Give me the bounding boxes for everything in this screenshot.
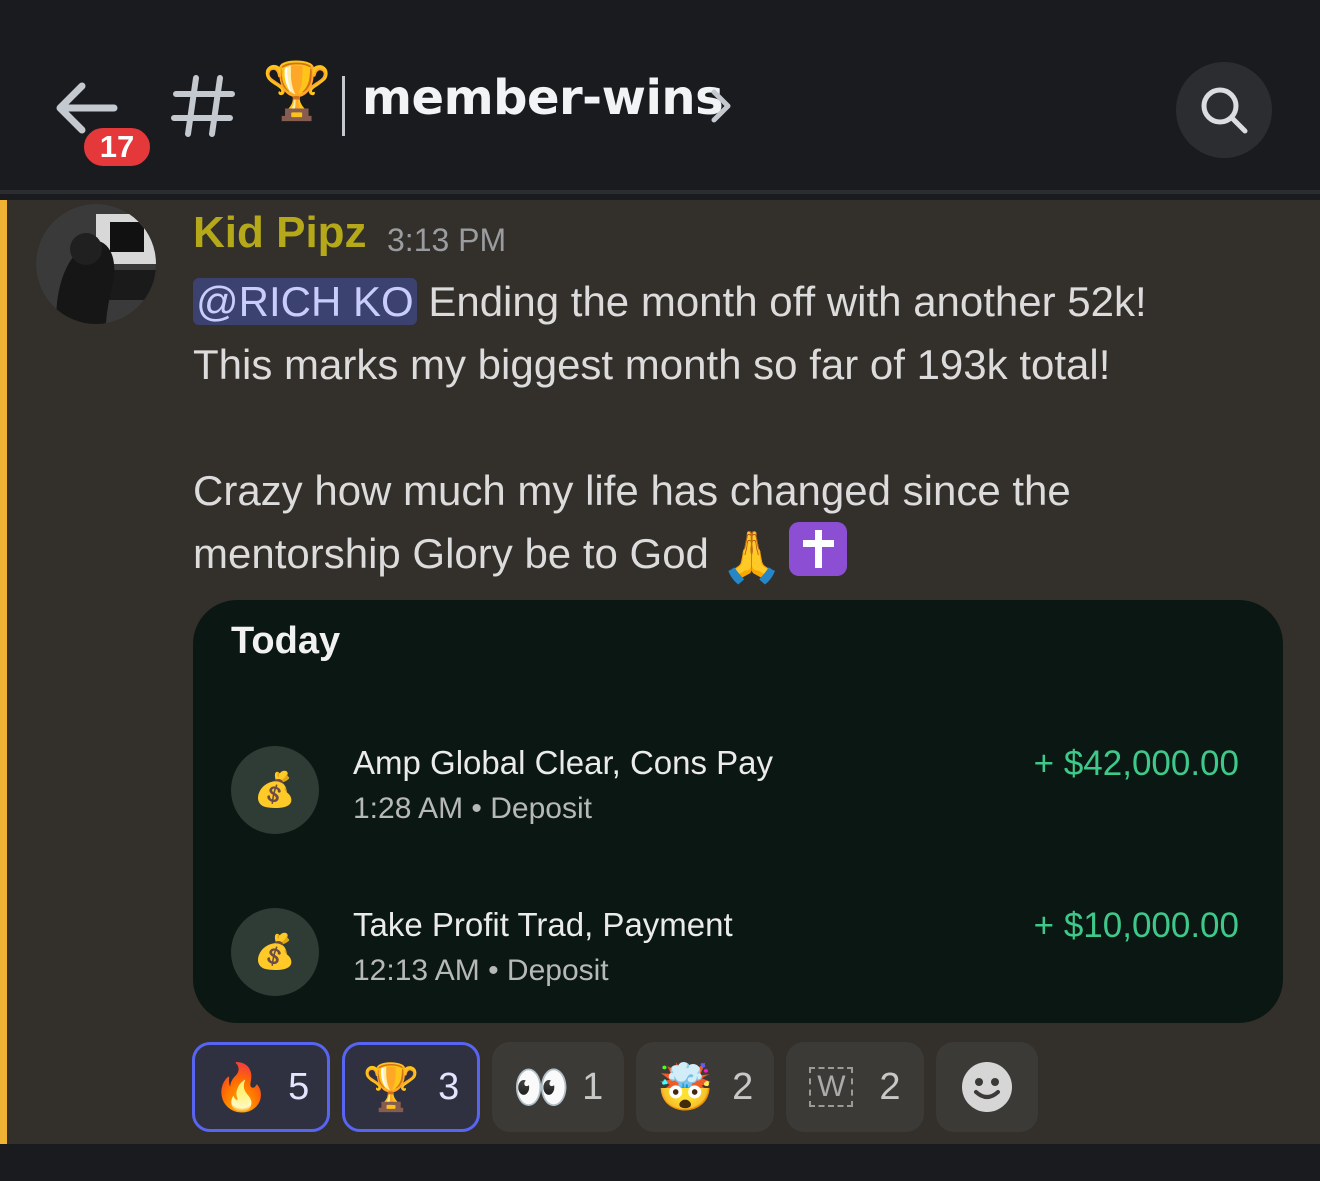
- unread-badge: 17: [80, 124, 154, 170]
- message-line-1: Ending the month off with another 52k!: [416, 278, 1147, 325]
- reaction-count: 2: [879, 1065, 901, 1108]
- bottom-bar: [0, 1144, 1320, 1181]
- search-button[interactable]: [1176, 62, 1272, 158]
- message-timestamp: 3:13 PM: [387, 222, 507, 258]
- message-content: @RICH KO Ending the month off with anoth…: [193, 270, 1273, 589]
- channel-title[interactable]: member-wins: [362, 70, 724, 126]
- add-reaction-button[interactable]: [936, 1042, 1038, 1132]
- money-bag-icon: 💰: [231, 908, 319, 996]
- transaction-subtitle: 12:13 AM • Deposit: [353, 954, 609, 987]
- exploding-head-icon: 🤯: [656, 1060, 715, 1114]
- avatar-image: [36, 204, 156, 324]
- channel-header: 17 🏆 member-wins: [0, 0, 1320, 190]
- reaction-count: 2: [732, 1065, 754, 1108]
- reaction-count: 3: [438, 1065, 460, 1108]
- card-title: Today: [231, 620, 341, 662]
- transaction-title: Amp Global Clear, Cons Pay: [353, 744, 774, 781]
- search-icon: [1201, 87, 1248, 134]
- reaction-w[interactable]: W 2: [786, 1042, 924, 1132]
- message-author[interactable]: Kid Pipz: [193, 208, 367, 258]
- chevron-right-icon[interactable]: [708, 86, 734, 126]
- reaction-fire[interactable]: 🔥 5: [192, 1042, 330, 1132]
- w-emoji-icon: W: [809, 1067, 854, 1107]
- reaction-eyes[interactable]: 👀 1: [492, 1042, 624, 1132]
- message-line-3: Crazy how much my life has changed since…: [193, 467, 1071, 514]
- eyes-icon: 👀: [512, 1060, 571, 1114]
- smiley-icon: [962, 1062, 1012, 1112]
- reaction-count: 5: [288, 1065, 310, 1108]
- transaction-title: Take Profit Trad, Payment: [353, 906, 733, 943]
- reaction-exploding-head[interactable]: 🤯 2: [636, 1042, 774, 1132]
- trophy-icon: 🏆: [362, 1060, 421, 1114]
- attachment-image[interactable]: Today 💰 Amp Global Clear, Cons Pay 1:28 …: [193, 600, 1283, 1023]
- latin-cross-icon: [788, 522, 847, 576]
- hash-icon: [171, 75, 235, 137]
- mention-highlight-bar: [0, 200, 7, 1144]
- reaction-count: 1: [582, 1065, 604, 1108]
- transaction-subtitle: 1:28 AM • Deposit: [353, 792, 592, 825]
- message-line-4: mentorship Glory be to God: [193, 530, 721, 577]
- transaction-amount: + $10,000.00: [1033, 906, 1239, 945]
- transaction-amount: + $42,000.00: [1033, 744, 1239, 783]
- user-mention[interactable]: @RICH KO: [193, 278, 417, 325]
- avatar[interactable]: [36, 204, 156, 324]
- praying-hands-icon: 🙏: [720, 529, 783, 585]
- header-divider: [0, 190, 1320, 194]
- title-separator: [342, 76, 345, 136]
- money-bag-icon: 💰: [231, 746, 319, 834]
- reaction-trophy[interactable]: 🏆 3: [342, 1042, 480, 1132]
- fire-icon: 🔥: [212, 1060, 271, 1114]
- trophy-icon: 🏆: [262, 59, 332, 124]
- message-line-2: This marks my biggest month so far of 19…: [193, 341, 1111, 388]
